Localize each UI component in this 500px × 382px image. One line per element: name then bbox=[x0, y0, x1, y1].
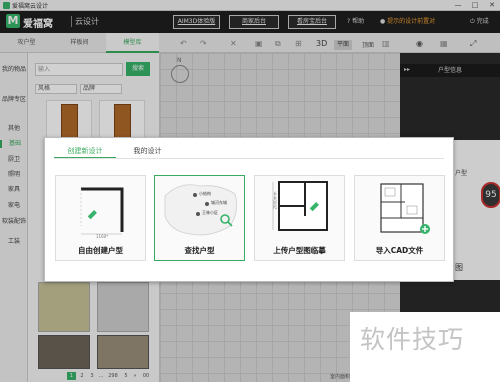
card-label: 自由创建户型 bbox=[78, 246, 123, 255]
tab-my-designs[interactable]: 我的设计 bbox=[120, 144, 175, 159]
map-pin-icon bbox=[196, 212, 200, 216]
tab-create-new-design[interactable]: 创建新设计 bbox=[54, 144, 116, 159]
card-label: 导入CAD文件 bbox=[375, 246, 424, 255]
map-pin-icon bbox=[205, 202, 209, 206]
dimension-label: 2000mm bbox=[272, 191, 278, 210]
card-label: 查找户型 bbox=[184, 246, 215, 255]
cad-plan-icon bbox=[380, 183, 430, 234]
dialog-tab-divider bbox=[54, 158, 444, 159]
dimension-label: 1160* bbox=[96, 234, 109, 239]
map-pin-label: 王林小区 bbox=[202, 210, 218, 215]
floorplan-sketch-icon bbox=[272, 181, 328, 231]
map-pin-icon bbox=[193, 193, 197, 197]
free-create-floorplan-card[interactable]: 1160* 自由创建户型 bbox=[55, 175, 146, 261]
map-pin-label: 小结构 bbox=[199, 191, 211, 196]
floorplan-outline-icon bbox=[80, 187, 124, 235]
map-pin-label: 城河东城 bbox=[211, 200, 227, 205]
pencil-icon bbox=[87, 210, 97, 220]
import-cad-card[interactable]: 导入CAD文件 bbox=[354, 175, 445, 261]
card-label: 上传户型图临摹 bbox=[273, 246, 326, 255]
find-floorplan-card[interactable]: 小结构 城河东城 王林小区 查找户型 bbox=[154, 175, 245, 261]
watermark-text: 软件技巧 bbox=[360, 325, 465, 354]
upload-floorplan-card[interactable]: 2000mm 上传户型图临摹 bbox=[254, 175, 345, 261]
map-icon bbox=[164, 184, 238, 236]
